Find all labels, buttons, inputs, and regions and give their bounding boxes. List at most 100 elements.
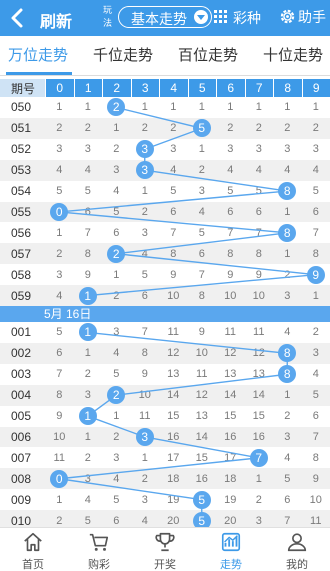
omission-value: 7 bbox=[170, 226, 177, 239]
nav-draw-label: 开奖 bbox=[154, 559, 176, 571]
omission-value: 5 bbox=[113, 205, 120, 218]
chart-type-select[interactable]: 基本走势 bbox=[118, 6, 212, 28]
omission-value: 6 bbox=[198, 247, 205, 260]
table-row: 056 1 7 6 3 7 5 7 7 7 bbox=[0, 222, 330, 244]
hit-cell bbox=[74, 322, 103, 343]
helper-label: 助手 bbox=[298, 9, 326, 25]
tab-shi-trend[interactable]: 十位走势 bbox=[263, 36, 323, 76]
omission-value: 8 bbox=[170, 247, 177, 260]
nav-trend[interactable]: 走势 bbox=[198, 528, 264, 571]
omission-value: 6 bbox=[56, 347, 63, 360]
omission-value: 1 bbox=[141, 101, 148, 114]
omission-value: 3 bbox=[312, 347, 319, 360]
omission-value: 12 bbox=[195, 389, 208, 402]
omission-value: 2 bbox=[198, 164, 205, 177]
tab-bai-trend[interactable]: 百位走势 bbox=[178, 36, 238, 76]
nav-home[interactable]: 首页 bbox=[0, 528, 66, 571]
omission-value: 2 bbox=[284, 268, 291, 281]
omission-value: 1 bbox=[198, 101, 205, 114]
hit-cell bbox=[45, 468, 74, 489]
table-header: 期号 0 1 2 3 4 5 6 7 8 9 bbox=[0, 79, 330, 97]
omission-value: 18 bbox=[224, 472, 237, 485]
omission-value: 8 bbox=[84, 247, 91, 260]
omission-value: 7 bbox=[84, 226, 91, 239]
hit-cell bbox=[102, 385, 131, 406]
nav-buy[interactable]: 购彩 bbox=[66, 528, 132, 571]
omission-value: 14 bbox=[252, 389, 265, 402]
issue-number: 050 bbox=[11, 100, 32, 115]
issue-number: 057 bbox=[11, 246, 32, 261]
omission-value: 1 bbox=[255, 101, 262, 114]
omission-value: 4 bbox=[141, 514, 148, 527]
omission-value: 19 bbox=[167, 493, 180, 506]
omission-value: 1 bbox=[284, 389, 291, 402]
position-tabs: 万位走势 千位走势 百位走势 十位走势 bbox=[0, 36, 330, 76]
omission-value: 1 bbox=[113, 268, 120, 281]
omission-value: 9 bbox=[56, 410, 63, 423]
hit-cell bbox=[273, 222, 302, 243]
omission-value: 4 bbox=[284, 326, 291, 339]
omission-value: 11 bbox=[196, 368, 208, 381]
issue-number: 006 bbox=[11, 429, 32, 444]
omission-value: 17 bbox=[167, 451, 180, 464]
tab-qian-trend[interactable]: 千位走势 bbox=[93, 36, 153, 76]
chart-type-value: 基本走势 bbox=[131, 11, 187, 27]
issue-number: 003 bbox=[11, 367, 32, 382]
omission-value: 2 bbox=[284, 410, 291, 423]
omission-value: 2 bbox=[56, 122, 63, 135]
app-root: 刷新 玩法 基本走势 彩种 助手 万位走势 千位走势 百位走势 十位走势 期号 … bbox=[0, 0, 330, 571]
table-row: 007 11 2 3 1 17 15 17 4 8 bbox=[0, 447, 330, 469]
hit-cell bbox=[102, 243, 131, 264]
omission-value: 3 bbox=[56, 268, 63, 281]
trend-table[interactable]: 期号 0 1 2 3 4 5 6 7 8 9 050 1 1 1 1 1 1 1 1 1 051 2 2 1 2 2 2 2 2 2 052 3… bbox=[0, 79, 330, 527]
header-digit-7: 7 bbox=[244, 79, 274, 97]
omission-value: 4 bbox=[113, 472, 120, 485]
omission-value: 8 bbox=[227, 247, 234, 260]
active-tab-indicator bbox=[6, 72, 72, 75]
omission-value: 4 bbox=[312, 164, 319, 177]
back-arrow-icon[interactable] bbox=[6, 6, 30, 30]
omission-value: 8 bbox=[312, 247, 319, 260]
omission-value: 7 bbox=[255, 226, 262, 239]
play-mode-label: 玩法 bbox=[103, 5, 113, 28]
omission-value: 3 bbox=[56, 143, 63, 156]
chevron-down-icon bbox=[194, 10, 208, 24]
table-row: 051 2 2 1 2 2 2 2 2 2 bbox=[0, 117, 330, 139]
header-digit-6: 6 bbox=[216, 79, 245, 97]
omission-value: 7 bbox=[227, 226, 234, 239]
omission-value: 3 bbox=[141, 226, 148, 239]
omission-value: 7 bbox=[284, 514, 291, 527]
omission-value: 15 bbox=[252, 410, 265, 423]
omission-value: 12 bbox=[167, 347, 180, 360]
omission-value: 4 bbox=[312, 368, 319, 381]
issue-number: 058 bbox=[11, 267, 32, 282]
omission-value: 2 bbox=[141, 122, 148, 135]
nav-buy-label: 购彩 bbox=[88, 559, 110, 571]
omission-value: 1 bbox=[84, 101, 91, 114]
table-row: 053 4 4 3 4 2 4 4 4 4 bbox=[0, 159, 330, 181]
lottery-type-label: 彩种 bbox=[233, 10, 261, 26]
table-row: 001 5 3 7 11 9 11 11 4 2 bbox=[0, 322, 330, 343]
nav-mine[interactable]: 我的 bbox=[264, 528, 330, 571]
tab-wan-trend[interactable]: 万位走势 bbox=[8, 36, 68, 76]
omission-value: 11 bbox=[167, 326, 179, 339]
hit-cell bbox=[131, 139, 160, 160]
omission-value: 11 bbox=[253, 326, 265, 339]
omission-value: 10 bbox=[53, 430, 66, 443]
omission-value: 1 bbox=[312, 101, 319, 114]
table-row: 054 5 5 4 1 5 3 5 5 5 bbox=[0, 180, 330, 202]
omission-value: 4 bbox=[56, 164, 63, 177]
issue-number: 056 bbox=[11, 225, 32, 240]
refresh-title[interactable]: 刷新 bbox=[40, 8, 72, 32]
omission-value: 2 bbox=[312, 326, 319, 339]
omission-value: 3 bbox=[227, 143, 234, 156]
omission-value: 14 bbox=[195, 430, 208, 443]
omission-value: 9 bbox=[198, 326, 205, 339]
header-digit-9: 9 bbox=[301, 79, 330, 97]
omission-value: 2 bbox=[113, 430, 120, 443]
omission-value: 3 bbox=[84, 472, 91, 485]
omission-value: 4 bbox=[255, 164, 262, 177]
nav-draw[interactable]: 开奖 bbox=[132, 528, 198, 571]
omission-value: 2 bbox=[56, 247, 63, 260]
issue-number: 005 bbox=[11, 409, 32, 424]
